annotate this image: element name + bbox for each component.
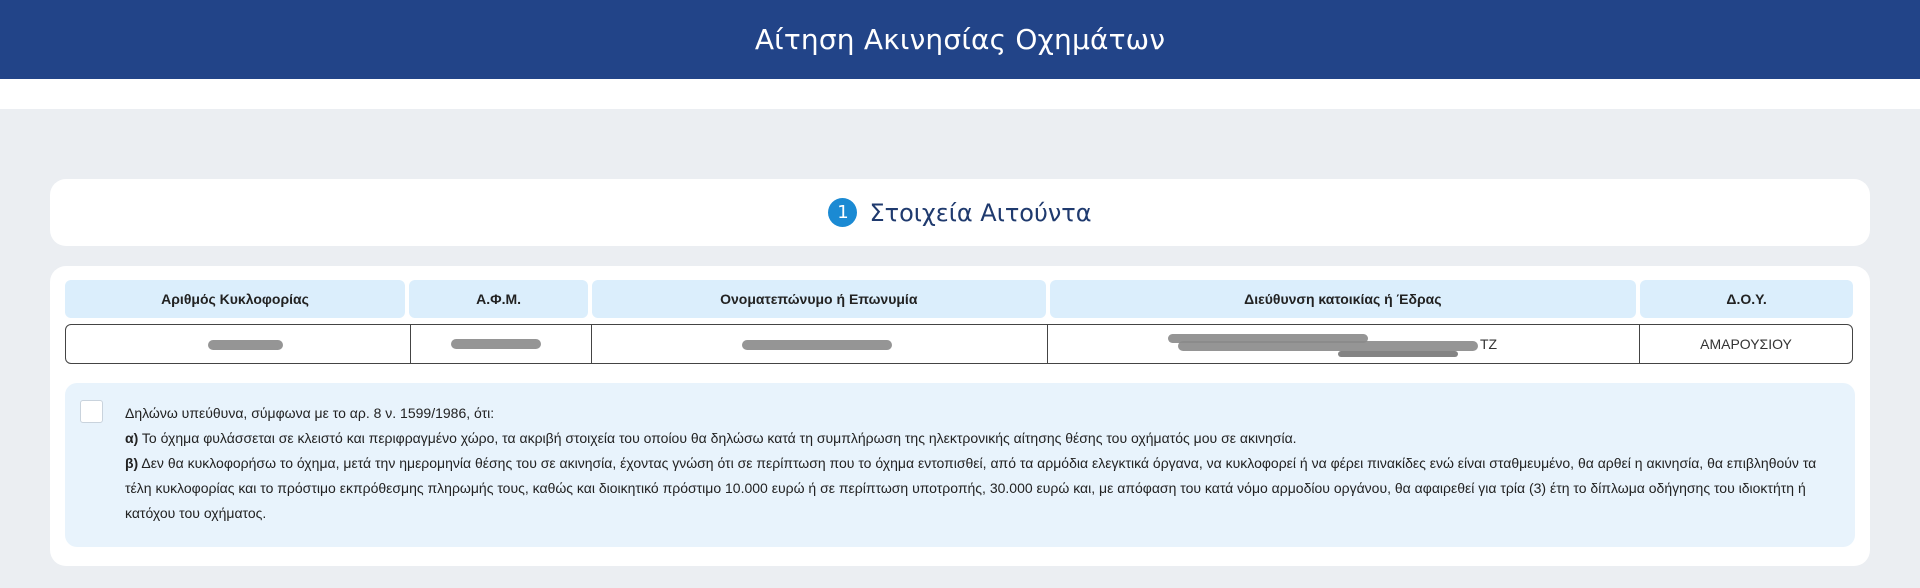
cell-afm (411, 325, 592, 363)
redaction-mark (451, 339, 541, 349)
clause-b-text: Δεν θα κυκλοφορήσω το όχημα, μετά την ημ… (125, 455, 1817, 521)
column-header-doy: Δ.Ο.Υ. (1640, 280, 1853, 318)
clause-a-label: α) (125, 430, 139, 446)
cell-address: ΤΖ (1048, 325, 1640, 363)
table-header: Αριθμός Κυκλοφορίας Α.Φ.Μ. Ονοματεπώνυμο… (65, 280, 1853, 318)
column-header-name: Ονοματεπώνυμο ή Επωνυμία (592, 280, 1046, 318)
cell-name (592, 325, 1048, 363)
declaration-box: Δηλώνω υπεύθυνα, σύμφωνα με το αρ. 8 ν. … (65, 383, 1855, 547)
declaration-clause-a: α) Το όχημα φυλάσσεται σε κλειστό και πε… (125, 426, 1835, 451)
header-spacer (0, 79, 1920, 109)
redaction-mark (1178, 341, 1478, 351)
cell-plate (66, 325, 411, 363)
step-header-card: 1 Στοιχεία Αιτούντα (50, 179, 1870, 246)
clause-a-text: Το όχημα φυλάσσεται σε κλειστό και περιφ… (138, 430, 1297, 446)
declaration-text: Δηλώνω υπεύθυνα, σύμφωνα με το αρ. 8 ν. … (125, 401, 1835, 526)
redaction-mark (742, 340, 892, 350)
column-header-plate: Αριθμός Κυκλοφορίας (65, 280, 406, 318)
table-row: ΤΖ ΑΜΑΡΟΥΣΙΟΥ (65, 324, 1853, 364)
page-title: Αίτηση Ακινησίας Οχημάτων (754, 23, 1166, 56)
step-number-badge: 1 (828, 198, 858, 227)
column-header-address: Διεύθυνση κατοικίας ή Έδρας (1049, 280, 1637, 318)
declaration-clause-b: β) Δεν θα κυκλοφορήσω το όχημα, μετά την… (125, 451, 1835, 526)
column-header-afm: Α.Φ.Μ. (409, 280, 589, 318)
redaction-mark (1338, 351, 1458, 357)
declaration-checkbox[interactable] (80, 400, 103, 423)
declaration-intro: Δηλώνω υπεύθυνα, σύμφωνα με το αρ. 8 ν. … (125, 405, 495, 421)
redaction-mark (208, 340, 283, 350)
applicant-details-card: Αριθμός Κυκλοφορίας Α.Φ.Μ. Ονοματεπώνυμο… (50, 266, 1870, 566)
cell-doy: ΑΜΑΡΟΥΣΙΟΥ (1700, 336, 1792, 352)
clause-b-label: β) (125, 455, 139, 471)
page-header: Αίτηση Ακινησίας Οχημάτων (0, 0, 1920, 79)
step-title: Στοιχεία Αιτούντα (869, 198, 1092, 227)
cell-address-value: ΤΖ (1480, 336, 1498, 352)
